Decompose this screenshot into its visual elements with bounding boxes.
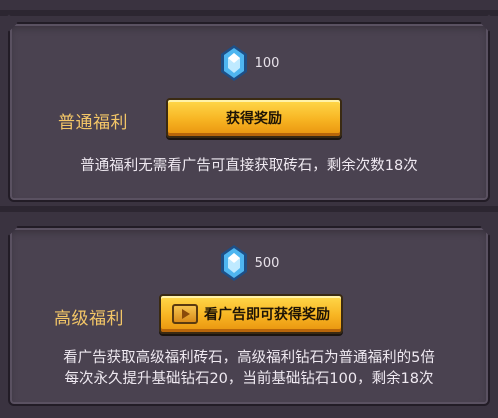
tier-label-advanced: 高级福利	[54, 309, 124, 329]
video-ad-icon	[172, 304, 198, 324]
background-stripe	[0, 206, 498, 212]
get-reward-button[interactable]: 获得奖励	[166, 98, 342, 138]
normal-reward-description: 普通福利无需看广告可直接获取砖石，剩余次数18次	[10, 156, 488, 177]
diamond-gem-icon	[220, 45, 247, 81]
description-line: 普通福利无需看广告可直接获取砖石，剩余次数18次	[80, 158, 418, 174]
gem-amount-row: 100	[10, 44, 488, 82]
description-line: 每次永久提升基础钻石20，当前基础钻石100，剩余18次	[64, 371, 434, 387]
background-stripe	[0, 10, 498, 16]
get-reward-button-label: 获得奖励	[226, 111, 282, 127]
gem-amount: 100	[254, 55, 280, 71]
gem-amount: 500	[254, 255, 280, 271]
description-line: 看广告获取高级福利砖石，高级福利钻石为普通福利的5倍	[63, 350, 435, 366]
advanced-reward-description: 看广告获取高级福利砖石，高级福利钻石为普通福利的5倍 每次永久提升基础钻石20，…	[10, 348, 488, 390]
watch-ad-button-label: 看广告即可获得奖励	[204, 307, 330, 323]
gem-amount-row: 500	[10, 244, 488, 282]
watch-ad-button[interactable]: 看广告即可获得奖励	[159, 294, 343, 334]
diamond-gem-icon	[220, 245, 247, 281]
normal-reward-panel: 100 普通福利 获得奖励 普通福利无需看广告可直接获取砖石，剩余次数18次	[8, 22, 490, 202]
advanced-reward-panel: 500 高级福利 看广告即可获得奖励 看广告获取高级福利砖石，高级福利钻石为普通…	[8, 226, 490, 406]
tier-label-normal: 普通福利	[58, 113, 128, 133]
